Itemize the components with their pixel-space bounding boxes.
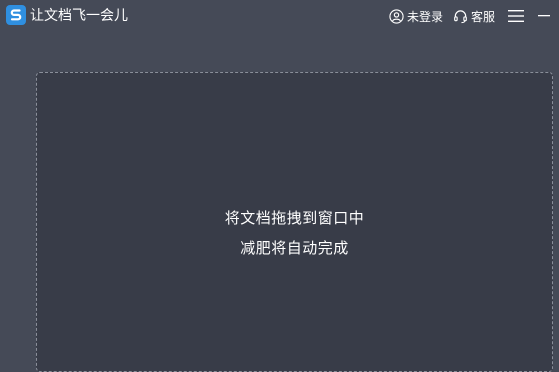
minimize-icon	[538, 15, 550, 17]
app-title: 让文档飞一会儿	[30, 8, 128, 24]
hamburger-menu-icon	[508, 10, 524, 22]
user-icon	[389, 8, 404, 24]
header-actions: 未登录 客服	[389, 0, 559, 32]
drop-subtext: 减肥将自动完成	[240, 239, 349, 257]
service-label: 客服	[470, 9, 495, 24]
customer-service-button[interactable]: 客服	[453, 8, 495, 25]
menu-button[interactable]	[505, 6, 527, 26]
title-bar: 让文档飞一会儿 未登录 客服	[0, 0, 559, 32]
file-drop-zone[interactable]: 将文档拖拽到窗口中 减肥将自动完成	[36, 72, 553, 372]
login-button[interactable]: 未登录	[389, 8, 443, 25]
headset-icon	[454, 9, 467, 23]
app-logo-icon	[6, 5, 26, 25]
login-label: 未登录	[406, 9, 443, 24]
drop-instruction: 将文档拖拽到窗口中	[224, 209, 365, 227]
minimize-button[interactable]	[533, 6, 555, 26]
